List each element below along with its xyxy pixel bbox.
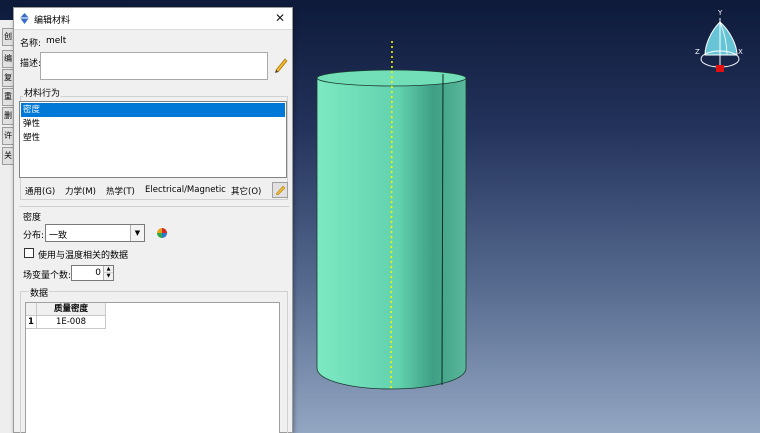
row-number: 1 [26,316,37,329]
column-header-mass-density[interactable]: 质量密度 [37,303,106,316]
name-label: 名称: [20,39,42,49]
spin-up-icon[interactable]: ▲ [103,266,113,273]
field-variables-value: 0 [95,268,101,278]
left-toolbar: 创 编 复 重 删 许 关 [0,20,14,433]
edit-behavior-button[interactable] [272,182,288,198]
field-variables-stepper[interactable]: 0 ▲ ▼ [71,265,114,281]
triad-x-label: X [738,48,743,56]
triad-y-label: Y [717,9,723,17]
separator [19,206,289,207]
list-item-density[interactable]: 密度 [21,103,285,117]
pencil-small-icon [275,185,286,196]
triad-z-label: Z [695,48,700,56]
description-input[interactable] [40,52,268,80]
distribution-label: 分布: [23,231,45,241]
dialog-titlebar[interactable]: 编辑材料 ✕ [14,8,292,30]
section-title: 密度 [23,213,42,223]
menu-general[interactable]: 通用(G) [25,185,55,197]
material-name-value: melt [46,36,67,46]
temperature-dependent-checkbox[interactable] [24,248,34,258]
menu-mechanical[interactable]: 力学(M) [65,185,96,197]
data-table[interactable]: 质量密度 1 1E-008 [25,302,280,433]
pencil-icon[interactable] [273,56,288,74]
distribution-value: 一致 [49,231,68,241]
dialog-title: 编辑材料 [34,16,71,26]
behavior-list[interactable]: 密度 弹性 塑性 [19,101,287,178]
menu-thermal[interactable]: 热学(T) [106,185,135,197]
field-variables-label: 场变量个数: [23,271,72,281]
menu-other[interactable]: 其它(O) [231,185,261,197]
material-icon [20,13,29,24]
list-item-plastic[interactable]: 塑性 [21,131,285,145]
triad-icon: Y Z X [695,9,743,72]
list-item-elastic[interactable]: 弹性 [21,117,285,131]
color-wheel-icon[interactable] [156,227,168,239]
row-number-header [26,303,37,316]
edit-material-dialog: 编辑材料 ✕ 名称: melt 描述: 材料行为 密度 弹性 塑性 通用(G) … [13,7,293,433]
temperature-dependent-label: 使用与温度相关的数据 [38,251,129,261]
distribution-select[interactable]: 一致 ▼ [45,224,145,242]
chevron-down-icon[interactable]: ▼ [130,225,144,241]
material-behaviors-label: 材料行为 [23,86,62,99]
table-cell[interactable]: 1E-008 [37,316,106,329]
close-icon[interactable]: ✕ [272,10,288,26]
data-group-label: 数据 [29,286,50,299]
menu-electrical-magnetic[interactable]: Electrical/Magnetic [145,185,226,195]
description-label: 描述: [20,59,42,69]
spin-down-icon[interactable]: ▼ [103,273,113,280]
